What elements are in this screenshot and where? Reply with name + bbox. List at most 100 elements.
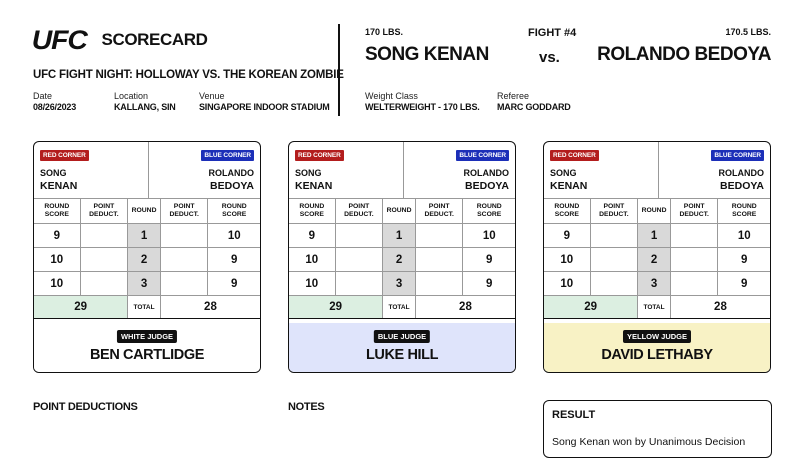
blue-corner-badge: BLUE CORNER	[711, 150, 764, 161]
score-grid-header: ROUND SCORE POINT DEDUCT. ROUND POINT DE…	[544, 199, 770, 224]
col-point-deduct: POINT DEDUCT.	[161, 199, 209, 223]
header-split	[148, 142, 149, 199]
red-first-name: SONG	[40, 168, 67, 178]
blue-point-deduction	[671, 224, 719, 247]
score-grid-header: ROUND SCORE POINT DEDUCT. ROUND POINT DE…	[34, 199, 260, 224]
blue-corner-badge: BLUE CORNER	[456, 150, 509, 161]
score-grid: ROUND SCORE POINT DEDUCT. ROUND POINT DE…	[34, 199, 260, 319]
col-point-deduct: POINT DEDUCT.	[336, 199, 384, 223]
red-point-deduction	[591, 224, 639, 247]
red-fighter-weight: 170 LBS.	[365, 27, 404, 37]
judge-area: YELLOW JUDGE DAVID LETHABY	[544, 323, 770, 372]
blue-point-deduction	[416, 272, 464, 295]
blue-last-name: BEDOYA	[210, 180, 254, 192]
weight-class-value: WELTERWEIGHT - 170 LBS.	[365, 102, 480, 112]
scorecard-header: RED CORNER SONG KENAN BLUE CORNER ROLAND…	[289, 142, 515, 199]
red-round-score: 10	[289, 248, 336, 271]
blue-round-score: 9	[486, 253, 493, 266]
blue-total: 28	[714, 301, 727, 313]
judge-name: BEN CARTLIDGE	[89, 347, 205, 363]
page-title: SCORECARD	[101, 30, 208, 49]
event-title: UFC FIGHT NIGHT: HOLLOWAY VS. THE KOREAN…	[33, 69, 344, 81]
round-number: 2	[638, 248, 671, 271]
score-grid-header: ROUND SCORE POINT DEDUCT. ROUND POINT DE…	[289, 199, 515, 224]
total-row: 29 TOTAL 28	[34, 296, 260, 319]
blue-point-deduction	[416, 248, 464, 271]
scorecard-header: RED CORNER SONG KENAN BLUE CORNER ROLAND…	[544, 142, 770, 199]
col-point-deduct: POINT DEDUCT.	[671, 199, 719, 223]
judge-area: WHITE JUDGE BEN CARTLIDGE	[34, 323, 260, 372]
header-divider	[338, 24, 340, 116]
round-number: 1	[638, 224, 671, 247]
judge-scorecard: RED CORNER SONG KENAN BLUE CORNER ROLAND…	[288, 141, 516, 373]
score-row: 10 2 9	[289, 248, 515, 272]
red-point-deduction	[81, 272, 129, 295]
blue-first-name: ROLANDO	[208, 168, 255, 178]
blue-round-score: 9	[231, 253, 238, 266]
point-deductions-heading: POINT DEDUCTIONS	[33, 401, 138, 413]
judge-name: DAVID LETHABY	[601, 347, 713, 363]
red-last-name: KENAN	[550, 180, 588, 192]
judge-scorecard: RED CORNER SONG KENAN BLUE CORNER ROLAND…	[33, 141, 261, 373]
red-point-deduction	[81, 224, 129, 247]
red-point-deduction	[336, 248, 384, 271]
fight-number: FIGHT #4	[528, 27, 577, 39]
date-label: Date	[33, 91, 53, 101]
red-point-deduction	[336, 272, 384, 295]
ufc-logo: UFC SCORECARD	[31, 24, 208, 56]
score-row: 10 3 9	[544, 272, 770, 296]
total-row: 29 TOTAL 28	[544, 296, 770, 319]
red-round-score: 9	[34, 224, 81, 247]
col-point-deduct: POINT DEDUCT.	[81, 199, 129, 223]
logo-wordmark: UFC	[31, 24, 88, 55]
total-label: TOTAL	[383, 296, 416, 318]
weight-class-label: Weight Class	[365, 91, 418, 101]
venue-value: SINGAPORE INDOOR STADIUM	[199, 102, 330, 112]
referee-value: MARC GODDARD	[497, 102, 571, 112]
red-round-score: 9	[544, 224, 591, 247]
red-total: 29	[544, 296, 639, 318]
judge-badge: YELLOW JUDGE	[622, 330, 692, 343]
notes-heading: NOTES	[288, 401, 325, 413]
col-point-deduct: POINT DEDUCT.	[591, 199, 639, 223]
blue-last-name: BEDOYA	[720, 180, 764, 192]
col-round-score: ROUND SCORE	[476, 203, 502, 218]
score-row: 10 2 9	[544, 248, 770, 272]
blue-point-deduction	[161, 224, 209, 247]
round-number: 3	[638, 272, 671, 295]
col-round-score: ROUND SCORE	[221, 203, 247, 218]
col-round-score: ROUND SCORE	[731, 203, 757, 218]
blue-corner-badge: BLUE CORNER	[201, 150, 254, 161]
versus-label: vs.	[539, 49, 560, 66]
red-last-name: KENAN	[295, 180, 333, 192]
round-number: 2	[383, 248, 416, 271]
score-row: 10 3 9	[34, 272, 260, 296]
blue-round-score: 10	[737, 229, 751, 242]
red-point-deduction	[591, 272, 639, 295]
red-corner-badge: RED CORNER	[295, 150, 344, 161]
blue-point-deduction	[161, 248, 209, 271]
location-label: Location	[114, 91, 149, 101]
judge-name: LUKE HILL	[365, 347, 439, 363]
red-round-score: 10	[34, 272, 81, 295]
total-label: TOTAL	[128, 296, 161, 318]
blue-round-score: 9	[741, 253, 748, 266]
red-corner-badge: RED CORNER	[550, 150, 599, 161]
blue-point-deduction	[161, 272, 209, 295]
result-box: RESULT Song Kenan won by Unanimous Decis…	[543, 400, 772, 458]
col-round: ROUND	[383, 199, 416, 223]
logo-divider	[88, 25, 99, 55]
referee-label: Referee	[497, 91, 530, 101]
blue-round-score: 10	[482, 229, 496, 242]
blue-round-score: 10	[227, 229, 241, 242]
col-round-score: ROUND SCORE	[34, 199, 81, 223]
venue-label: Venue	[199, 91, 225, 101]
col-round: ROUND	[128, 199, 161, 223]
round-number: 3	[128, 272, 161, 295]
red-corner-badge: RED CORNER	[40, 150, 89, 161]
blue-first-name: ROLANDO	[718, 168, 765, 178]
red-total: 29	[34, 296, 129, 318]
blue-round-score: 9	[486, 277, 493, 290]
score-row: 10 3 9	[289, 272, 515, 296]
score-row: 9 1 10	[34, 224, 260, 248]
